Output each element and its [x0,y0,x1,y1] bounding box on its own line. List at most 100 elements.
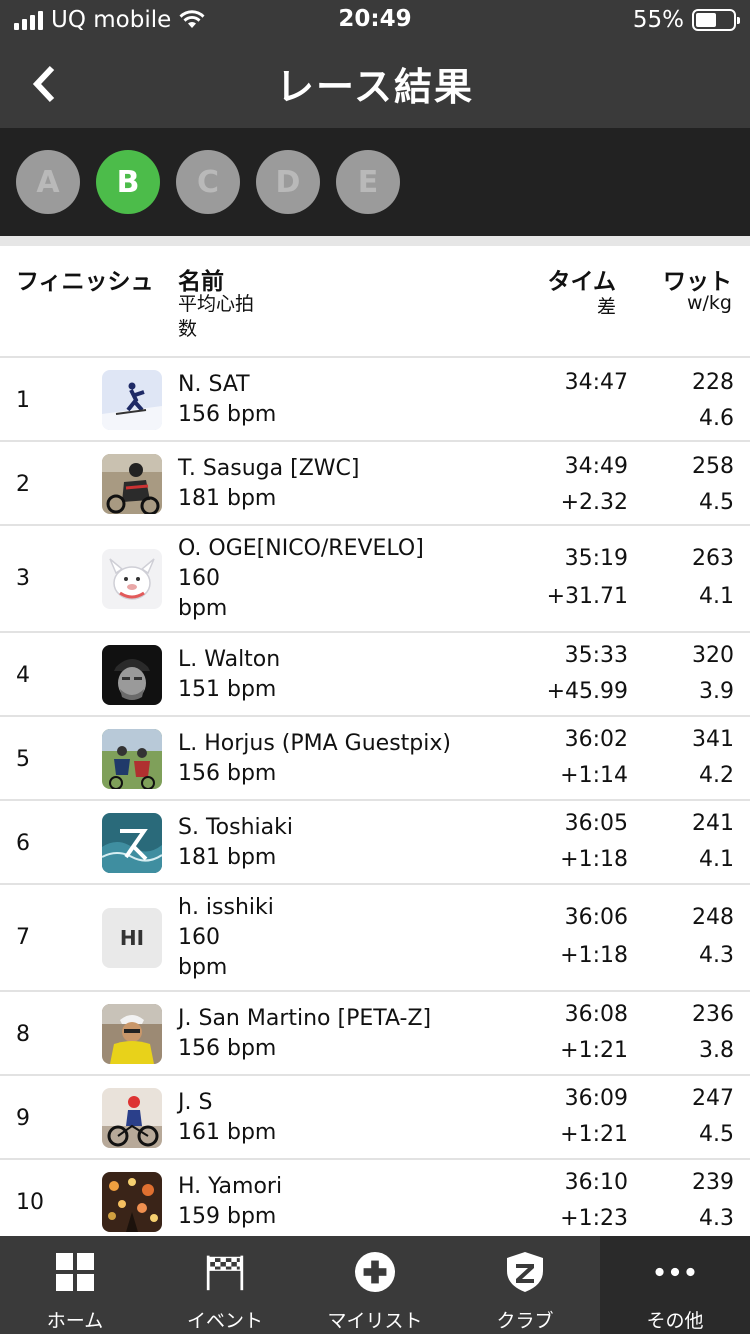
bottom-tab-bar: ホーム イベント マイリスト クラブ その他 [0,1236,750,1334]
watts-per-kg: 3.8 [699,1038,734,1063]
watts: 263 [692,546,734,571]
finish-time: 36:05 [564,811,628,836]
rank: 5 [16,747,30,772]
watts-per-kg: 4.3 [699,1206,734,1231]
column-header-gap: 差 [596,296,616,318]
avg-heart-rate: 160 bpm [178,566,228,621]
column-header-watt: ワット [663,269,732,295]
avg-heart-rate: 160 bpm [178,925,228,980]
avatar [102,729,162,789]
avatar-initials: HI [102,908,162,968]
result-row[interactable]: 8 J. San Martino [PETA-Z] 156 bpm 36:08 … [0,992,750,1076]
battery-percent: 55% [632,7,684,33]
tab-home[interactable]: ホーム [0,1236,150,1334]
shield-z-icon [505,1252,545,1292]
rank: 10 [16,1190,44,1215]
watts-per-kg: 3.9 [699,679,734,704]
column-header-avg-hr: 平均心拍数 [178,293,255,340]
result-row[interactable]: 5 L. Horjus (PMA Guestpix) 156 bpm 36:02… [0,717,750,801]
rider-name: J. S [178,1090,213,1115]
category-d-button[interactable]: D [256,150,320,214]
avg-heart-rate: 156 bpm [178,402,277,427]
time-gap: +1:18 [560,847,628,872]
column-header-name: 名前 [178,269,224,295]
avatar [102,549,162,609]
avatar [102,645,162,705]
avatar [102,454,162,514]
finish-time: 35:33 [564,643,628,668]
result-row[interactable]: 4 L. Walton 151 bpm 35:33 +45.99 320 3.9 [0,633,750,717]
rank: 6 [16,831,30,856]
initials: HI [119,926,145,950]
column-header-finish: フィニッシュ [16,269,154,295]
watts: 241 [692,811,734,836]
avatar [102,1088,162,1148]
more-dots-icon [655,1252,695,1292]
time-gap: +31.71 [546,584,628,609]
tab-club[interactable]: クラブ [450,1236,600,1334]
time-gap: +1:21 [560,1122,628,1147]
watts: 236 [692,1002,734,1027]
category-e-button[interactable]: E [336,150,400,214]
avg-heart-rate: 181 bpm [178,486,277,511]
time-gap: +45.99 [546,679,628,704]
tab-label: その他 [646,1310,704,1332]
watts-per-kg: 4.3 [699,943,734,968]
result-row[interactable]: 3 O. OGE[NICO/REVELO] 160 bpm 35:19 +31.… [0,526,750,633]
avatar [102,370,162,430]
avg-heart-rate: 156 bpm [178,761,277,786]
tab-more[interactable]: その他 [600,1236,750,1334]
tab-label: イベント [186,1310,263,1332]
page-title: レース結果 [275,65,475,109]
tab-label: ホーム [46,1310,104,1332]
checkered-flag-icon [205,1252,245,1292]
tab-label: クラブ [496,1310,554,1332]
watts: 258 [692,454,734,479]
category-b-button[interactable]: B [96,150,160,214]
rider-name: N. SAT [178,372,250,397]
rank: 8 [16,1022,30,1047]
avatar [102,1004,162,1064]
battery-icon [692,9,740,31]
watts-per-kg: 4.2 [699,763,734,788]
watts: 341 [692,727,734,752]
tab-mylist[interactable]: マイリスト [300,1236,450,1334]
category-c-button[interactable]: C [176,150,240,214]
watts: 228 [692,370,734,395]
avatar [102,813,162,873]
divider [0,236,750,246]
tab-events[interactable]: イベント [150,1236,300,1334]
rider-name: L. Walton [178,647,281,672]
rider-name: S. Toshiaki [178,815,293,840]
result-row[interactable]: 2 T. Sasuga [ZWC] 181 bpm 34:49 +2.32 25… [0,442,750,526]
finish-time: 36:09 [564,1086,628,1111]
time-gap: +2.32 [560,490,628,515]
category-a-button[interactable]: A [16,150,80,214]
finish-time: 35:19 [564,546,628,571]
tab-label: マイリスト [327,1310,423,1332]
rank: 1 [16,388,30,413]
time-gap: +1:14 [560,763,628,788]
watts-per-kg: 4.1 [699,847,734,872]
rider-name: h. isshiki [178,895,274,920]
result-row[interactable]: 6 S. Toshiaki 181 bpm 36:05 +1:18 241 4.… [0,801,750,885]
rider-name: T. Sasuga [ZWC] [178,456,360,481]
result-row[interactable]: 7 HI h. isshiki 160 bpm 36:06 +1:18 248 … [0,885,750,992]
finish-time: 36:08 [564,1002,628,1027]
rank: 9 [16,1106,30,1131]
rider-name: H. Yamori [178,1174,283,1199]
watts-per-kg: 4.5 [699,490,734,515]
results-table-header: フィニッシュ 名前 平均心拍数 タイム 差 ワット w/kg [0,246,750,358]
watts-per-kg: 4.1 [699,584,734,609]
rank: 2 [16,472,30,497]
result-row[interactable]: 1 N. SAT 156 bpm 34:47 228 4.6 [0,358,750,442]
watts: 320 [692,643,734,668]
rider-name: J. San Martino [PETA-Z] [178,1006,432,1031]
time-gap: +1:21 [560,1038,628,1063]
watts-per-kg: 4.6 [699,406,734,431]
result-row[interactable]: 9 J. S 161 bpm 36:09 +1:21 247 4.5 [0,1076,750,1160]
nav-header: レース結果 [0,40,750,128]
finish-time: 36:02 [564,727,628,752]
result-row[interactable]: 10 H. Yamori 159 bpm 36:10 +1:23 239 4.3 [0,1160,750,1244]
rider-name: O. OGE[NICO/REVELO] [178,536,424,561]
